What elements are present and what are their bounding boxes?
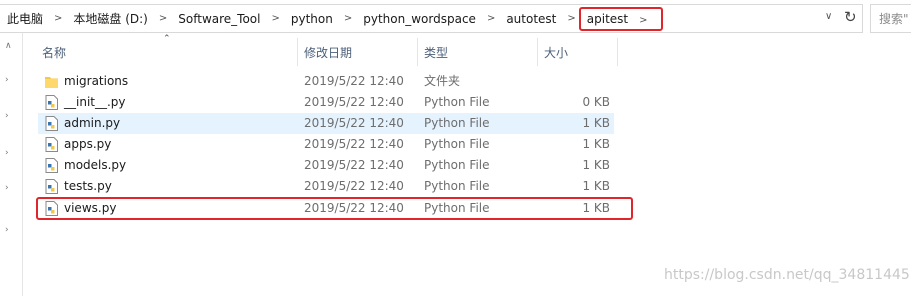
- chevron-right-icon[interactable]: >: [45, 13, 71, 24]
- file-date: 2019/5/22 12:40: [304, 95, 404, 109]
- column-header-name[interactable]: 名称: [42, 38, 66, 66]
- highlight-box: [36, 197, 633, 220]
- file-name: admin.py: [64, 116, 121, 130]
- nav-pin-icon[interactable]: ›: [5, 75, 9, 85]
- column-divider[interactable]: [297, 38, 298, 66]
- nav-pin-icon[interactable]: ›: [5, 148, 9, 158]
- breadcrumb-highlight: apitest >: [578, 6, 663, 31]
- file-type: 文件夹: [424, 74, 461, 88]
- column-header-size[interactable]: 大小: [544, 38, 568, 66]
- nav-pin-icon[interactable]: ›: [5, 225, 9, 235]
- file-row[interactable]: migrations 2019/5/22 12:40 文件夹: [38, 71, 614, 92]
- chevron-down-icon[interactable]: ∨: [825, 11, 832, 22]
- file-size: 1 KB: [582, 116, 610, 130]
- file-size: 1 KB: [582, 137, 610, 151]
- column-header-type[interactable]: 类型: [424, 38, 448, 66]
- file-date: 2019/5/22 12:40: [304, 179, 404, 193]
- file-date: 2019/5/22 12:40: [304, 137, 404, 151]
- file-size: [544, 71, 610, 92]
- file-type: Python File: [424, 158, 490, 172]
- file-date: 2019/5/22 12:40: [304, 74, 404, 88]
- refresh-icon[interactable]: ↻: [844, 8, 857, 26]
- nav-pin-icon[interactable]: ›: [5, 183, 9, 193]
- file-type: Python File: [424, 116, 490, 130]
- file-name: migrations: [64, 74, 129, 88]
- chevron-right-icon[interactable]: >: [335, 13, 361, 24]
- breadcrumb-item-autotest[interactable]: autotest: [504, 12, 558, 26]
- chevron-right-icon[interactable]: >: [150, 13, 176, 24]
- breadcrumb-item-python-wordspace[interactable]: python_wordspace: [361, 12, 478, 26]
- folder-icon: [45, 77, 58, 88]
- file-row[interactable]: tests.py 2019/5/22 12:40 Python File 1 K…: [38, 176, 614, 197]
- column-divider[interactable]: [617, 38, 618, 66]
- chevron-right-icon[interactable]: >: [630, 15, 656, 26]
- file-row[interactable]: apps.py 2019/5/22 12:40 Python File 1 KB: [38, 134, 614, 155]
- file-row[interactable]: __init__.py 2019/5/22 12:40 Python File …: [38, 92, 614, 113]
- file-date: 2019/5/22 12:40: [304, 116, 404, 130]
- column-header-date[interactable]: 修改日期: [304, 38, 352, 66]
- file-type: Python File: [424, 95, 490, 109]
- sort-ascending-icon: ⌃: [163, 34, 171, 44]
- breadcrumb-item-local-disk[interactable]: 本地磁盘 (D:): [71, 10, 149, 27]
- file-size: 0 KB: [582, 95, 610, 109]
- address-bar[interactable]: 此电脑 > 本地磁盘 (D:) > Software_Tool > python…: [0, 4, 863, 33]
- python-file-icon: [45, 158, 58, 173]
- column-divider[interactable]: [537, 38, 538, 66]
- file-name: __init__.py: [64, 95, 126, 109]
- breadcrumb-item-software-tool[interactable]: Software_Tool: [176, 12, 262, 26]
- python-file-icon: [45, 137, 58, 152]
- file-name: tests.py: [64, 179, 112, 193]
- file-name: models.py: [64, 158, 127, 172]
- search-input[interactable]: 搜索": [870, 4, 911, 33]
- file-type: Python File: [424, 179, 490, 193]
- chevron-right-icon[interactable]: >: [262, 13, 288, 24]
- breadcrumb-item-this-pc[interactable]: 此电脑: [5, 10, 45, 27]
- watermark: https://blog.csdn.net/qq_34811445: [664, 267, 910, 283]
- navigation-pane[interactable]: ∧ › › › › ›: [0, 33, 23, 296]
- file-size: 1 KB: [582, 158, 610, 172]
- python-file-icon: [45, 179, 58, 194]
- breadcrumb-item-python[interactable]: python: [289, 12, 335, 26]
- nav-pin-icon[interactable]: ›: [5, 111, 9, 121]
- breadcrumb: 此电脑 > 本地磁盘 (D:) > Software_Tool > python…: [5, 5, 663, 32]
- file-row[interactable]: models.py 2019/5/22 12:40 Python File 1 …: [38, 155, 614, 176]
- python-file-icon: [45, 95, 58, 110]
- column-divider[interactable]: [417, 38, 418, 66]
- chevron-right-icon[interactable]: >: [478, 13, 504, 24]
- python-file-icon: [45, 116, 58, 131]
- file-name: apps.py: [64, 137, 112, 151]
- breadcrumb-item-apitest[interactable]: apitest: [585, 12, 630, 26]
- file-date: 2019/5/22 12:40: [304, 158, 404, 172]
- file-row-selected[interactable]: admin.py 2019/5/22 12:40 Python File 1 K…: [38, 113, 614, 134]
- file-type: Python File: [424, 137, 490, 151]
- chevron-up-icon[interactable]: ∧: [5, 41, 12, 51]
- file-size: 1 KB: [582, 179, 610, 193]
